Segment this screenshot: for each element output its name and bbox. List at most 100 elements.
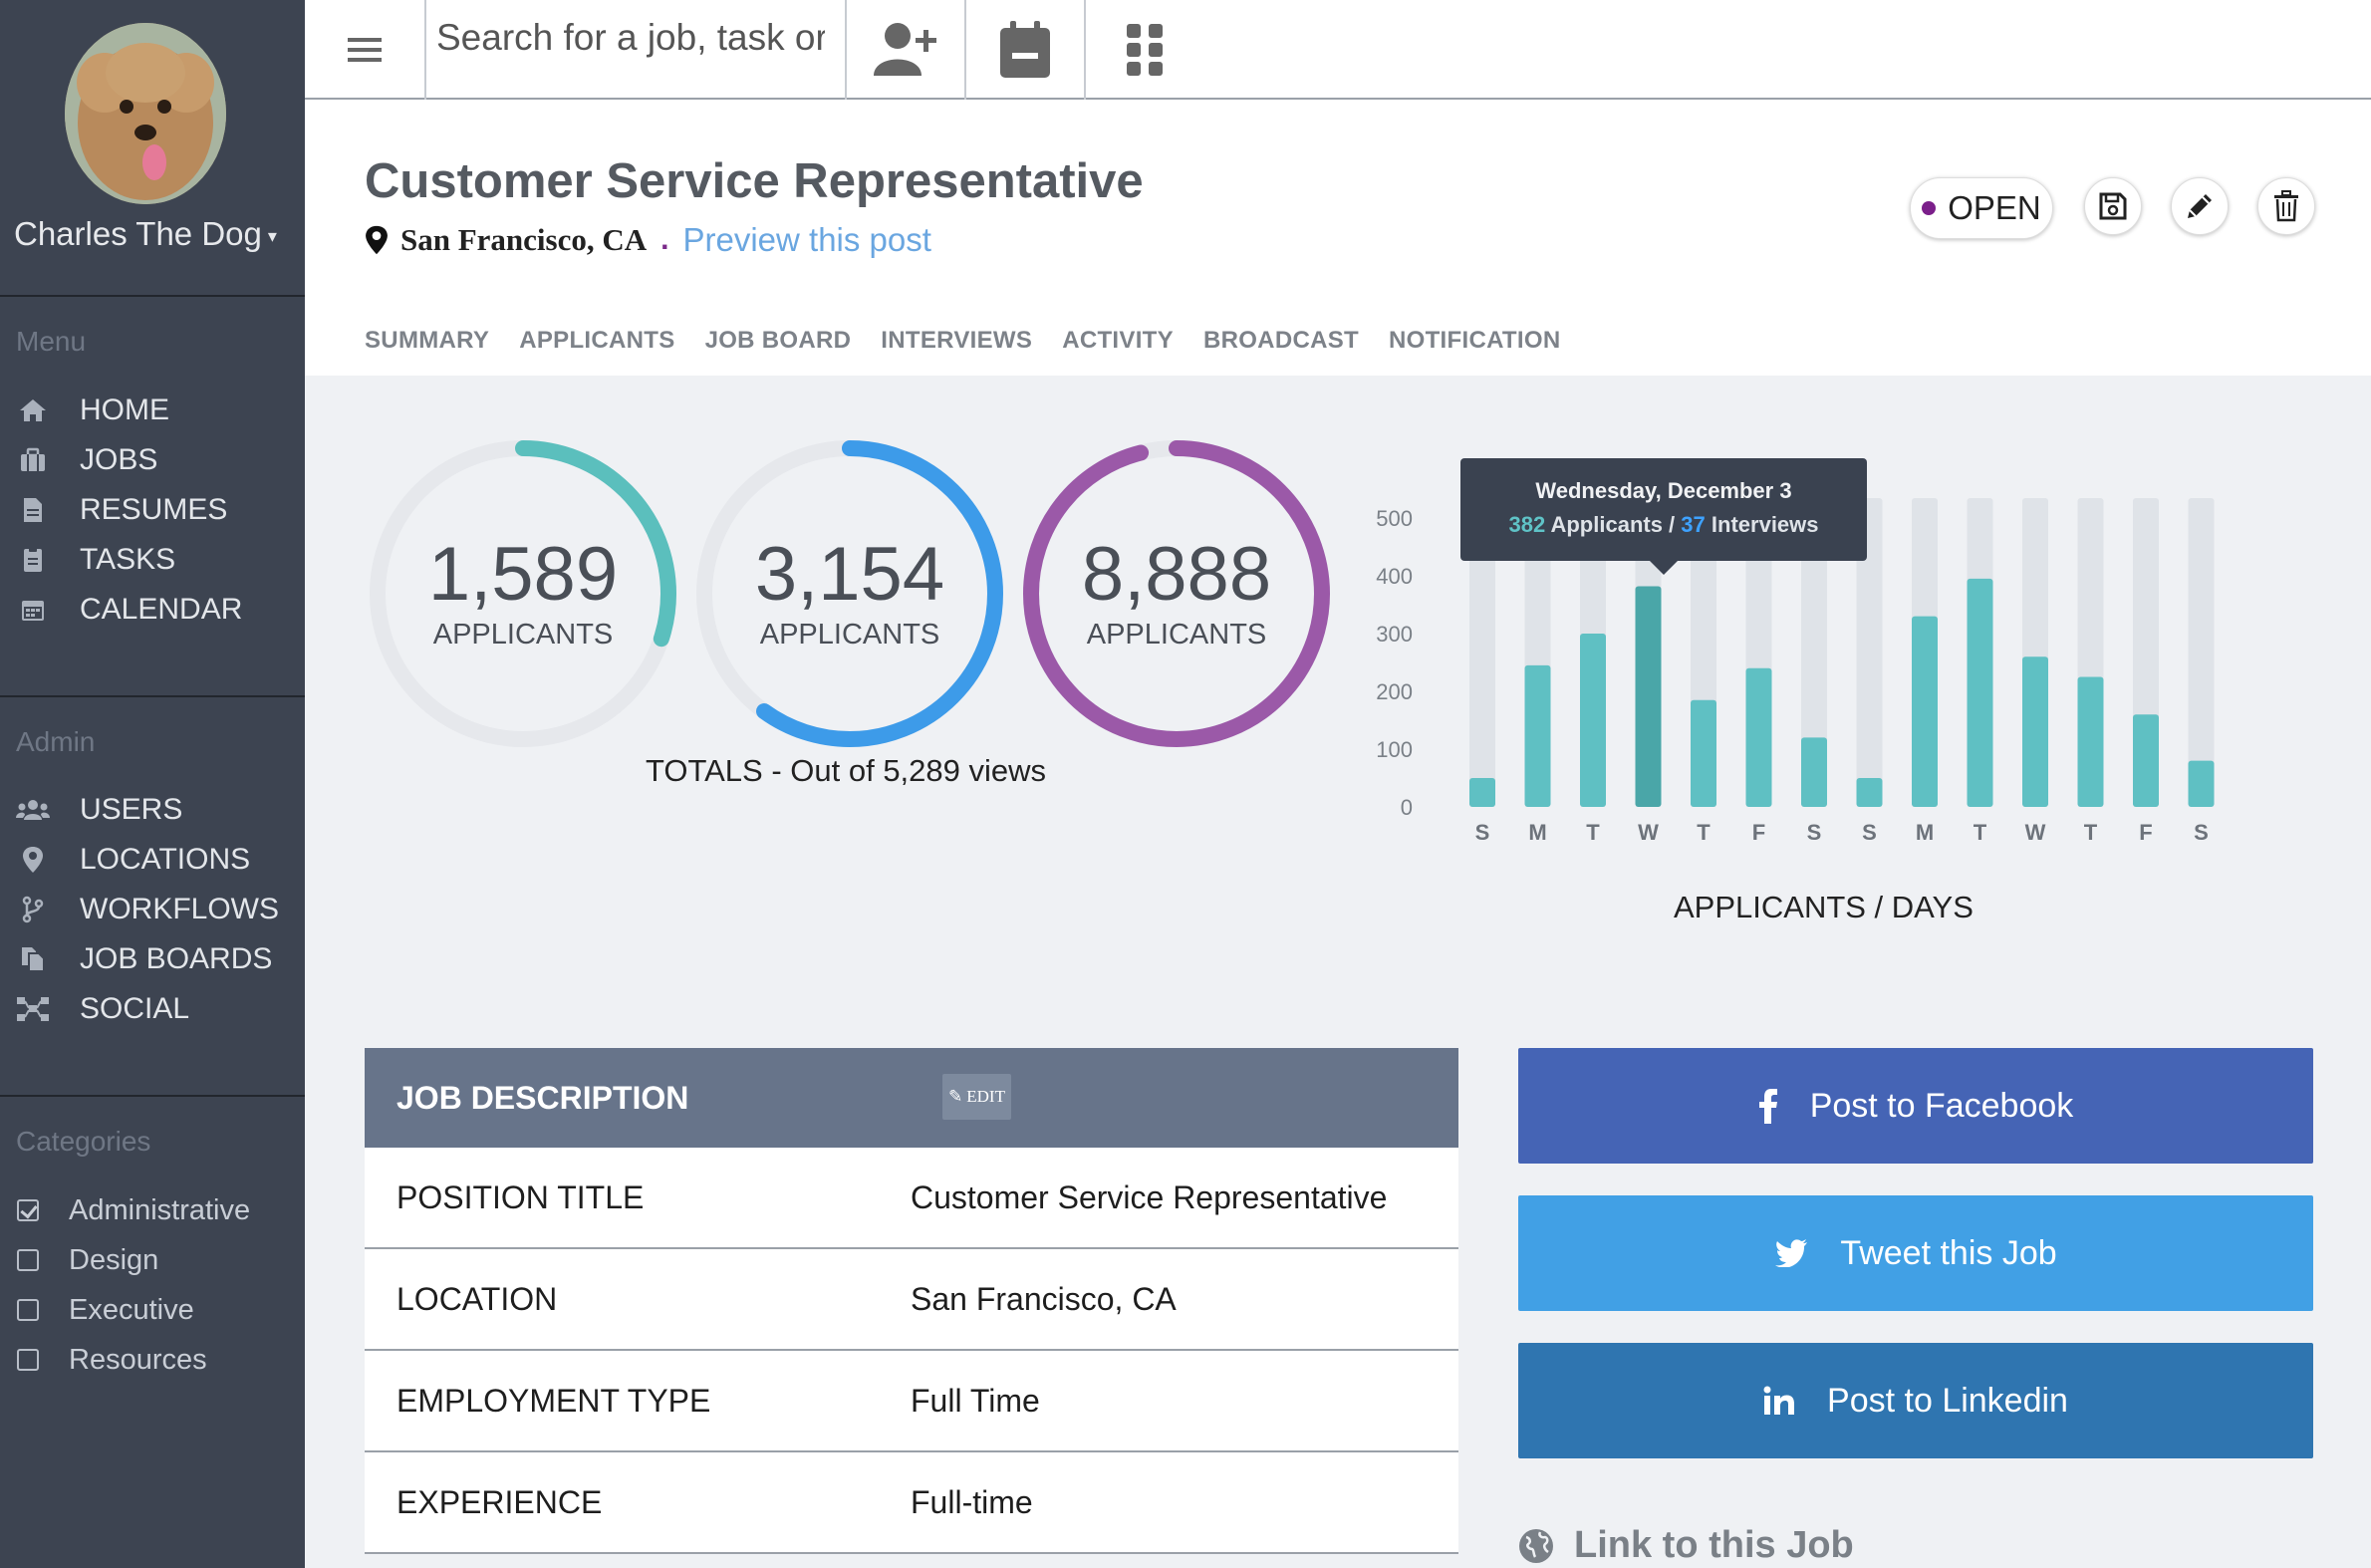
save-icon xyxy=(2099,192,2127,220)
sidebar-item-social[interactable]: SOCIAL xyxy=(0,984,305,1034)
donut-stat-2: 3,154 APPLICANTS xyxy=(691,435,1008,752)
y-tick-label: 300 xyxy=(1376,622,1413,647)
tooltip-interviews-value: 37 xyxy=(1681,512,1706,537)
briefcase-icon xyxy=(16,445,50,475)
y-tick-label: 0 xyxy=(1401,795,1413,820)
row-key: LOCATION xyxy=(396,1280,558,1317)
y-tick-label: 500 xyxy=(1376,506,1413,531)
page-title: Customer Service Representative xyxy=(365,154,1144,208)
delete-button[interactable] xyxy=(2257,177,2315,235)
sidebar-item-resumes[interactable]: RESUMES xyxy=(0,485,305,535)
sidebar-item-label: JOB BOARDS xyxy=(80,942,273,975)
category-checkbox[interactable] xyxy=(17,1249,39,1271)
calendar-button[interactable] xyxy=(966,0,1086,100)
category-label: Design xyxy=(69,1243,159,1276)
tooltip-applicants-label: Applicants / xyxy=(1550,512,1676,537)
x-tick-label: T xyxy=(2084,820,2098,845)
copy-icon xyxy=(16,944,50,974)
sidebar-item-locations[interactable]: LOCATIONS xyxy=(0,835,305,885)
category-checkbox[interactable] xyxy=(17,1349,39,1371)
category-checkbox[interactable] xyxy=(17,1299,39,1321)
link-to-job-heading: Link to this Job xyxy=(1518,1524,1854,1567)
donut-text: 3,154 APPLICANTS xyxy=(691,435,1008,752)
edit-button[interactable] xyxy=(2171,177,2229,235)
donut-stat-3: 8,888 APPLICANTS xyxy=(1018,435,1335,752)
top-bar xyxy=(305,0,2371,100)
donut-text: 1,589 APPLICANTS xyxy=(365,435,681,752)
linkedin-icon xyxy=(1763,1386,1795,1416)
category-checkbox[interactable] xyxy=(17,1199,39,1221)
menu-icon xyxy=(348,38,382,62)
facebook-icon xyxy=(1758,1088,1778,1124)
bar xyxy=(1469,778,1495,807)
search-input[interactable] xyxy=(426,0,825,76)
category-design[interactable]: Design xyxy=(0,1235,305,1285)
link-to-job-label: Link to this Job xyxy=(1574,1524,1854,1566)
status-dot xyxy=(1922,201,1937,215)
donut-value: 8,888 xyxy=(1081,531,1272,617)
edit-label: EDIT xyxy=(966,1087,1005,1106)
map-marker-icon xyxy=(366,225,388,255)
bar xyxy=(2188,760,2215,807)
add-user-button[interactable] xyxy=(847,0,966,100)
sidebar-item-workflows[interactable]: WORKFLOWS xyxy=(0,885,305,934)
sidebar-item-job-boards[interactable]: JOB BOARDS xyxy=(0,934,305,984)
sidebar-item-label: TASKS xyxy=(80,543,176,576)
job-description-title: JOB DESCRIPTION xyxy=(396,1079,689,1116)
x-tick-label: T xyxy=(1586,820,1600,845)
profile-name-label: Charles The Dog xyxy=(14,215,262,252)
status-badge[interactable]: OPEN xyxy=(1910,177,2053,239)
pencil-icon: ✎ xyxy=(948,1087,963,1106)
table-row: EMPLOYMENT TYPE Full Time xyxy=(365,1351,1458,1452)
donut-label: APPLICANTS xyxy=(759,618,940,651)
clipboard-icon xyxy=(16,545,50,575)
menu-toggle-button[interactable] xyxy=(305,0,426,100)
sidebar-item-jobs[interactable]: JOBS xyxy=(0,435,305,485)
twitter-label: Tweet this Job xyxy=(1840,1233,2057,1272)
map-marker-icon xyxy=(16,845,50,875)
category-label: Executive xyxy=(69,1293,194,1326)
tab-activity[interactable]: ACTIVITY xyxy=(1062,327,1174,355)
x-tick-label: S xyxy=(2194,820,2209,845)
bar xyxy=(2022,656,2048,807)
tab-interviews[interactable]: INTERVIEWS xyxy=(881,327,1032,355)
job-description-header: JOB DESCRIPTION ✎ EDIT xyxy=(365,1048,1458,1148)
caret-down-icon: ▾ xyxy=(267,225,277,246)
sidebar-item-label: CALENDAR xyxy=(80,593,243,626)
table-row: EXPERIENCE Full-time xyxy=(365,1452,1458,1554)
preview-post-link[interactable]: Preview this post xyxy=(682,221,930,259)
sidebar-item-label: RESUMES xyxy=(80,493,228,526)
globe-icon xyxy=(1518,1528,1554,1564)
category-administrative[interactable]: Administrative xyxy=(0,1185,305,1235)
category-label: Resources xyxy=(69,1343,207,1376)
tab-broadcast[interactable]: BROADCAST xyxy=(1203,327,1359,355)
post-to-linkedin-button[interactable]: Post to Linkedin xyxy=(1518,1343,2313,1458)
category-executive[interactable]: Executive xyxy=(0,1285,305,1335)
profile-name-dropdown[interactable]: Charles The Dog ▾ xyxy=(14,215,277,253)
tweet-job-button[interactable]: Tweet this Job xyxy=(1518,1195,2313,1311)
x-tick-label: M xyxy=(1916,820,1934,845)
sidebar-item-calendar[interactable]: CALENDAR xyxy=(0,585,305,635)
tab-applicants[interactable]: APPLICANTS xyxy=(519,327,674,355)
tab-summary[interactable]: SUMMARY xyxy=(365,327,489,355)
avatar[interactable] xyxy=(65,23,226,204)
sidebar-item-label: WORKFLOWS xyxy=(80,893,279,925)
tab-notification[interactable]: NOTIFICATION xyxy=(1389,327,1560,355)
x-tick-label: W xyxy=(2025,820,2046,845)
edit-description-button[interactable]: ✎ EDIT xyxy=(942,1074,1011,1120)
bar xyxy=(1524,664,1551,807)
x-tick-label: F xyxy=(1752,820,1765,845)
sidebar-item-home[interactable]: HOME xyxy=(0,386,305,435)
save-button[interactable] xyxy=(2084,177,2142,235)
category-resources[interactable]: Resources xyxy=(0,1335,305,1385)
bar xyxy=(1856,778,1883,807)
post-to-facebook-button[interactable]: Post to Facebook xyxy=(1518,1048,2313,1164)
sidebar-item-tasks[interactable]: TASKS xyxy=(0,535,305,585)
chart-tooltip: Wednesday, December 3 382 Applicants / 3… xyxy=(1460,458,1867,575)
apps-button[interactable] xyxy=(1086,0,1205,100)
table-row: LOCATION San Francisco, CA xyxy=(365,1249,1458,1351)
job-location-row: San Francisco, CA . Preview this post xyxy=(365,221,931,259)
menu-section-title: Menu xyxy=(16,326,87,357)
tab-job-board[interactable]: JOB BOARD xyxy=(705,327,852,355)
sidebar-item-users[interactable]: USERS xyxy=(0,785,305,835)
